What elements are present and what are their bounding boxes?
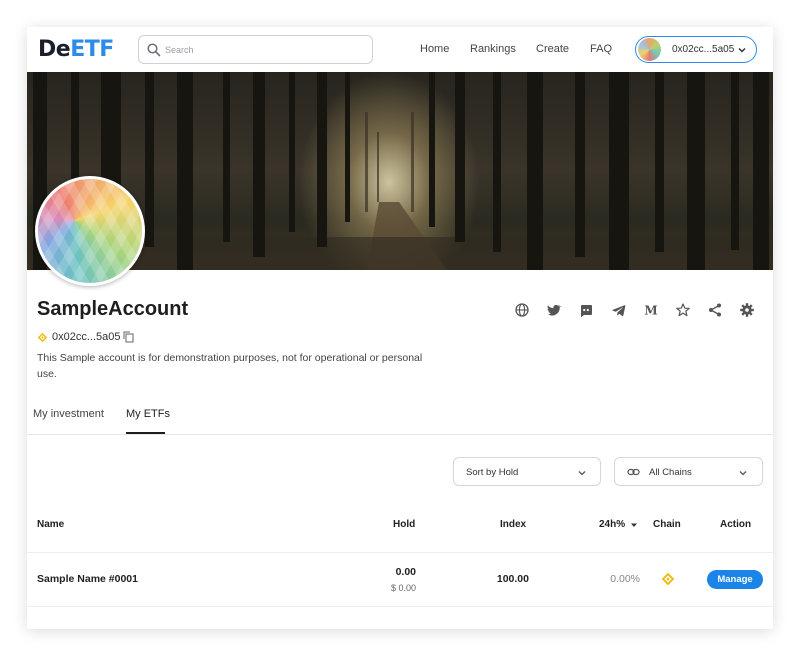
- bnb-icon: [661, 572, 675, 586]
- svg-text:M: M: [644, 304, 657, 318]
- account-description: This Sample account is for demonstration…: [37, 352, 423, 380]
- bnb-icon: [37, 332, 48, 343]
- col-header-name: Name: [37, 519, 65, 530]
- wallet-address: 0x02cc...5a05: [672, 44, 735, 55]
- col-header-hold[interactable]: Hold: [393, 519, 415, 530]
- twitter-icon[interactable]: [543, 299, 565, 321]
- hold-usd-value: $ 0.00: [390, 583, 416, 593]
- discord-icon[interactable]: [575, 299, 597, 321]
- col-header-index[interactable]: Index: [500, 519, 526, 530]
- gear-icon[interactable]: [736, 299, 758, 321]
- chevron-down-icon: [739, 471, 747, 476]
- chain-select[interactable]: All Chains: [614, 457, 763, 486]
- nav-home[interactable]: Home: [420, 43, 449, 55]
- sort-select-label: Sort by Hold: [466, 467, 519, 478]
- account-name: SampleAccount: [37, 298, 189, 320]
- globe-icon[interactable]: [511, 299, 533, 321]
- table-divider: [27, 552, 773, 553]
- tab-my-etfs[interactable]: My ETFs: [126, 408, 170, 420]
- share-icon[interactable]: [704, 299, 726, 321]
- copy-icon[interactable]: [123, 331, 134, 343]
- chevron-down-icon: [738, 47, 746, 53]
- logo[interactable]: DeETF: [38, 37, 114, 62]
- profile-avatar: [35, 176, 145, 286]
- link-icon: [627, 468, 640, 476]
- app-window: DeETF Home Rankings Create FAQ 0x02cc...…: [27, 27, 773, 629]
- sort-desc-icon[interactable]: [630, 521, 638, 529]
- table-divider: [27, 606, 773, 607]
- etf-name[interactable]: Sample Name #0001: [37, 573, 138, 585]
- wallet-avatar: [638, 38, 661, 61]
- hold-value: 0.00: [395, 566, 416, 578]
- chain-select-label: All Chains: [649, 467, 692, 478]
- chevron-down-icon: [578, 471, 586, 476]
- search-input[interactable]: [165, 40, 365, 59]
- sort-select[interactable]: Sort by Hold: [453, 457, 601, 486]
- medium-icon[interactable]: M: [640, 299, 662, 321]
- tab-divider: [27, 434, 773, 435]
- col-header-chain: Chain: [653, 519, 681, 530]
- manage-button[interactable]: Manage: [707, 570, 763, 589]
- wallet-button[interactable]: 0x02cc...5a05: [635, 36, 757, 63]
- search-box[interactable]: [138, 35, 373, 64]
- top-nav-bar: DeETF Home Rankings Create FAQ 0x02cc...…: [27, 27, 773, 72]
- change-value: 0.00%: [610, 573, 640, 585]
- col-header-action: Action: [720, 519, 752, 530]
- tab-my-investment[interactable]: My investment: [33, 408, 104, 420]
- search-icon: [147, 43, 161, 57]
- nav-faq[interactable]: FAQ: [590, 43, 612, 55]
- nav-rankings[interactable]: Rankings: [470, 43, 516, 55]
- telegram-icon[interactable]: [608, 299, 630, 321]
- index-value: 100.00: [496, 573, 529, 585]
- account-address: 0x02cc...5a05: [52, 331, 121, 343]
- col-header-24h[interactable]: 24h%: [599, 519, 625, 530]
- star-icon[interactable]: [672, 299, 694, 321]
- nav-create[interactable]: Create: [536, 43, 569, 55]
